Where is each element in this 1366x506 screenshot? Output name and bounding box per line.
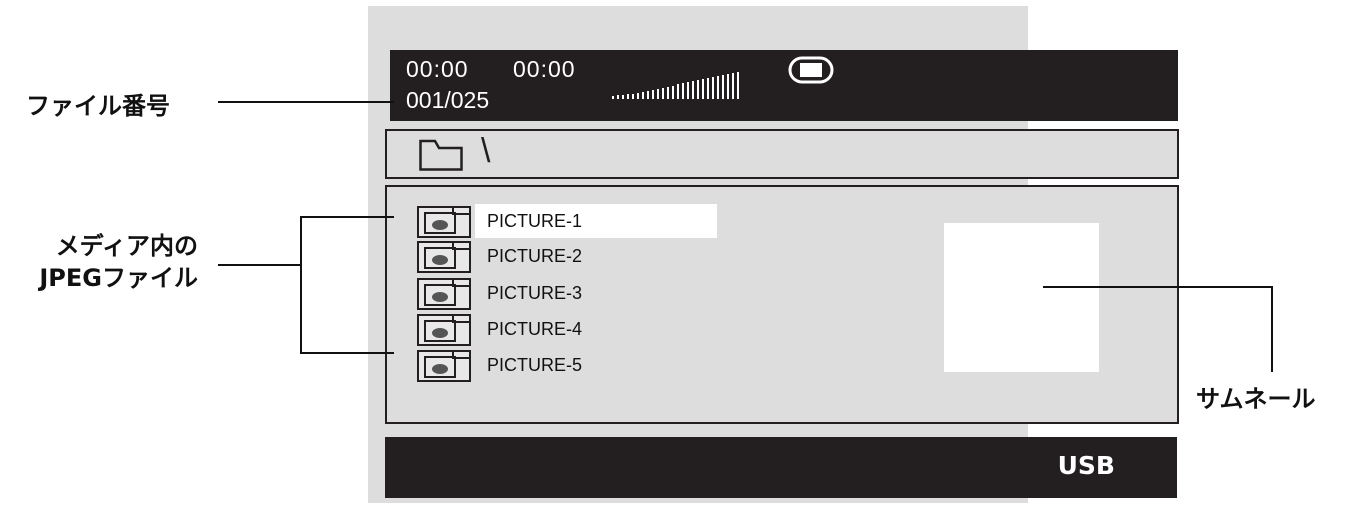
callout-jpeg-files: メディア内の JPEGファイル <box>8 230 198 294</box>
current-path: \ <box>481 132 491 170</box>
image-file-icon <box>417 241 471 273</box>
file-row-picture-5[interactable]: PICTURE-5 <box>417 348 717 382</box>
image-file-icon <box>417 350 471 382</box>
file-name: PICTURE-1 <box>475 204 717 238</box>
file-row-picture-4[interactable]: PICTURE-4 <box>417 312 717 346</box>
path-bar: \ <box>385 129 1179 179</box>
callout-thumbnail: サムネール <box>1196 385 1316 413</box>
file-name: PICTURE-3 <box>487 283 583 303</box>
image-file-icon <box>417 278 471 310</box>
signal-strength-icon <box>612 72 739 99</box>
source-bar: USB <box>385 437 1177 498</box>
callout-file-number: ファイル番号 <box>26 92 170 120</box>
status-bar: 00:00 00:00 001/025 <box>390 50 1178 121</box>
callout-line-jpeg-top <box>300 216 394 218</box>
file-row-picture-1[interactable]: PICTURE-1 <box>417 204 717 238</box>
callout-jpeg-line1: メディア内の <box>55 232 198 260</box>
file-name: PICTURE-4 <box>487 319 583 339</box>
total-time: 00:00 <box>513 56 576 82</box>
thumbnail-preview <box>944 223 1099 372</box>
elapsed-time: 00:00 <box>406 56 469 82</box>
image-file-icon <box>417 206 471 238</box>
image-file-icon <box>417 314 471 346</box>
source-label: USB <box>1057 451 1115 480</box>
file-row-picture-3[interactable]: PICTURE-3 <box>417 276 717 310</box>
folder-icon[interactable] <box>419 139 463 171</box>
callout-line-file-number <box>218 101 394 103</box>
path-bar-shade <box>833 131 1177 177</box>
callout-jpeg-line2: JPEGファイル <box>39 264 198 292</box>
file-number: 001/025 <box>406 87 490 113</box>
file-name: PICTURE-2 <box>487 246 583 266</box>
media-disc-icon <box>788 56 834 84</box>
file-list-panel: PICTURE-1 PICTURE-2 PICTURE-3 PICTURE-4 <box>385 185 1179 424</box>
file-row-picture-2[interactable]: PICTURE-2 <box>417 239 717 273</box>
callout-line-jpeg-bracket <box>300 216 302 354</box>
callout-line-jpeg-stem <box>218 264 302 266</box>
callout-line-jpeg-bottom <box>300 352 394 354</box>
file-name: PICTURE-5 <box>487 355 583 375</box>
callout-line-thumbnail-h <box>1043 286 1273 288</box>
callout-line-thumbnail-v <box>1271 286 1273 372</box>
